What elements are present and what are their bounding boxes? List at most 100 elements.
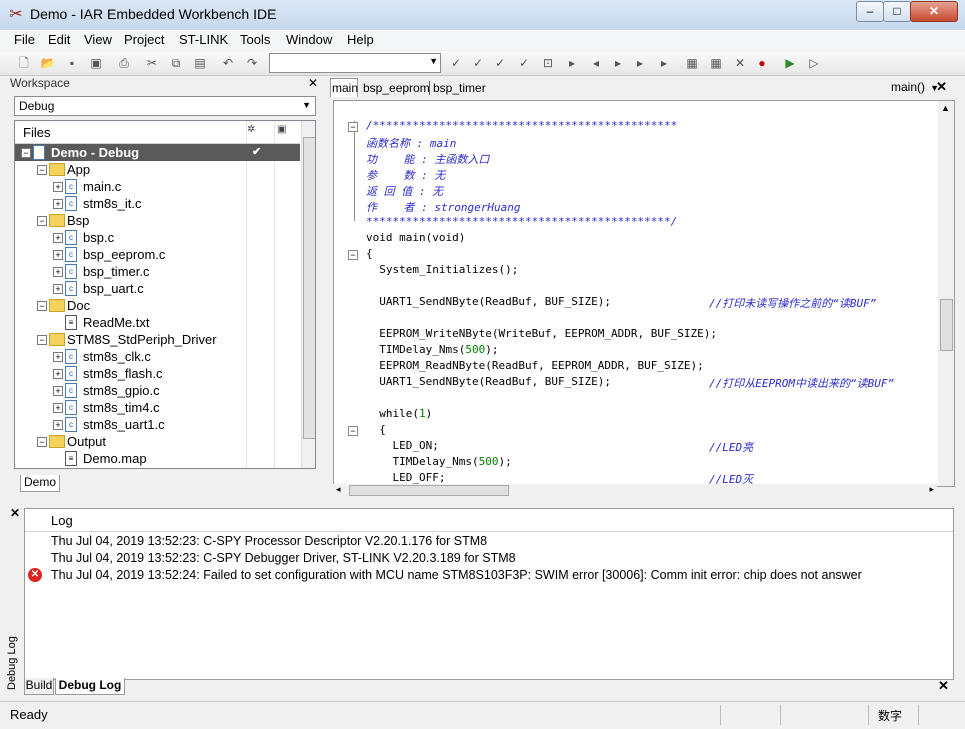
cut-icon[interactable]: ✂: [144, 55, 160, 71]
scroll-up-icon[interactable]: ▲: [941, 103, 950, 113]
stop-build-icon[interactable]: ✕: [732, 55, 748, 71]
options-column-icon[interactable]: ✲: [247, 124, 255, 135]
workspace-tab-demo[interactable]: Demo: [20, 475, 60, 492]
collapse-icon[interactable]: −: [37, 216, 47, 226]
close-icon[interactable]: ✕: [936, 79, 947, 95]
minimize-button[interactable]: –: [856, 1, 884, 22]
tree-item[interactable]: + c main.c: [15, 178, 300, 195]
tree-item[interactable]: + c bsp_eeprom.c: [15, 246, 300, 263]
find-in-files-icon[interactable]: ✓: [516, 55, 532, 71]
tree-item[interactable]: − Output: [15, 433, 300, 450]
tree-item[interactable]: + c stm8s_it.c: [15, 195, 300, 212]
tree-item[interactable]: ≡ Demo.map: [15, 450, 300, 467]
save-icon[interactable]: ▪: [64, 55, 80, 71]
tab-bsp-eeprom[interactable]: bsp_eeprom: [363, 81, 430, 95]
menu-project[interactable]: Project: [124, 32, 164, 47]
print-icon[interactable]: ⎙: [116, 55, 132, 71]
editor-horizontal-scrollbar[interactable]: ◂ ▸: [333, 484, 937, 496]
previous-bookmark-icon[interactable]: ▸: [656, 55, 672, 71]
paste-icon[interactable]: ▤: [192, 55, 208, 71]
collapse-icon[interactable]: −: [37, 301, 47, 311]
tab-debug-log[interactable]: Debug Log: [55, 678, 125, 695]
debug-without-download-icon[interactable]: ▷: [806, 55, 822, 71]
scroll-right-icon[interactable]: ▸: [929, 484, 934, 495]
tree-item[interactable]: + c stm8s_tim4.c: [15, 399, 300, 416]
collapse-icon[interactable]: −: [37, 165, 47, 175]
tree-item[interactable]: + c bsp_uart.c: [15, 280, 300, 297]
tree-item[interactable]: + c bsp.c: [15, 229, 300, 246]
tree-scroll-thumb[interactable]: [303, 137, 315, 439]
download-and-debug-icon[interactable]: ▶: [782, 55, 798, 71]
expand-icon[interactable]: +: [53, 250, 63, 260]
tab-bsp-timer[interactable]: bsp_timer: [429, 81, 486, 95]
find-next-icon[interactable]: ✓: [470, 55, 486, 71]
menu-file[interactable]: File: [14, 32, 35, 47]
menu-help[interactable]: Help: [347, 32, 374, 47]
collapse-icon[interactable]: −: [21, 148, 31, 158]
fold-toggle-icon[interactable]: −: [348, 122, 358, 132]
redo-icon[interactable]: ↷: [244, 55, 260, 71]
expand-icon[interactable]: +: [53, 199, 63, 209]
tree-item[interactable]: − STM8S_StdPeriph_Driver: [15, 331, 300, 348]
expand-icon[interactable]: +: [53, 352, 63, 362]
tab-build[interactable]: Build: [24, 678, 54, 695]
expand-icon[interactable]: +: [53, 420, 63, 430]
collapse-icon[interactable]: −: [37, 437, 47, 447]
code-editor[interactable]: −/**************************************…: [333, 100, 955, 487]
tree-item[interactable]: − App: [15, 161, 300, 178]
expand-icon[interactable]: +: [53, 182, 63, 192]
next-bookmark-icon[interactable]: ▸: [632, 55, 648, 71]
editor-hscroll-thumb[interactable]: [349, 485, 509, 496]
navigate-back-icon[interactable]: ◂: [588, 55, 604, 71]
tree-item[interactable]: + c stm8s_gpio.c: [15, 382, 300, 399]
toggle-bookmark-icon[interactable]: ✓: [448, 55, 464, 71]
new-file-icon[interactable]: 🗋: [16, 55, 32, 71]
tree-item[interactable]: − Doc: [15, 297, 300, 314]
expand-icon[interactable]: +: [53, 267, 63, 277]
tree-item[interactable]: + c stm8s_clk.c: [15, 348, 300, 365]
menu-st-link[interactable]: ST-LINK: [179, 32, 228, 47]
expand-icon[interactable]: +: [53, 403, 63, 413]
expand-icon[interactable]: +: [53, 386, 63, 396]
toggle-breakpoint-icon[interactable]: ●: [754, 55, 770, 71]
find-combo[interactable]: ▼: [269, 53, 441, 73]
menu-view[interactable]: View: [84, 32, 112, 47]
expand-icon[interactable]: +: [53, 369, 63, 379]
scroll-left-icon[interactable]: ◂: [336, 484, 341, 495]
menu-window[interactable]: Window: [286, 32, 332, 47]
menu-tools[interactable]: Tools: [240, 32, 270, 47]
close-icon[interactable]: ✕: [308, 76, 320, 90]
expand-icon[interactable]: +: [53, 233, 63, 243]
navigate-forward-icon[interactable]: ▸: [610, 55, 626, 71]
save-all-icon[interactable]: ▣: [88, 55, 104, 71]
undo-icon[interactable]: ↶: [220, 55, 236, 71]
bookmark-icon[interactable]: ▸: [564, 55, 580, 71]
tree-item[interactable]: + c bsp_timer.c: [15, 263, 300, 280]
close-icon[interactable]: ✕: [938, 678, 949, 694]
editor-scroll-thumb[interactable]: [940, 299, 953, 351]
files-column-header[interactable]: Files: [23, 125, 50, 140]
tree-scrollbar[interactable]: [301, 121, 315, 468]
tree-item[interactable]: − Bsp: [15, 212, 300, 229]
tree-item[interactable]: + c stm8s_flash.c: [15, 365, 300, 382]
copy-icon[interactable]: ⧉: [168, 55, 184, 71]
editor-vertical-scrollbar[interactable]: ▲: [938, 101, 954, 486]
target-column-icon[interactable]: ▣: [277, 124, 286, 135]
function-selector[interactable]: main(): [891, 80, 925, 94]
fold-toggle-icon[interactable]: −: [348, 250, 358, 260]
tab-main-label[interactable]: main: [332, 81, 358, 95]
menu-edit[interactable]: Edit: [48, 32, 70, 47]
make-icon[interactable]: ▦: [708, 55, 724, 71]
expand-icon[interactable]: +: [53, 284, 63, 294]
compile-icon[interactable]: ▦: [684, 55, 700, 71]
open-file-icon[interactable]: 📂: [40, 55, 56, 71]
close-icon[interactable]: ✕: [10, 506, 20, 520]
collapse-icon[interactable]: −: [37, 335, 47, 345]
tree-item[interactable]: + c stm8s_uart1.c: [15, 416, 300, 433]
configuration-select[interactable]: Debug ▼: [14, 96, 316, 116]
find-previous-icon[interactable]: ✓: [492, 55, 508, 71]
tree-item[interactable]: ≡ ReadMe.txt: [15, 314, 300, 331]
tree-item[interactable]: − Demo - Debug ✔: [15, 144, 300, 161]
goto-icon[interactable]: ⊡: [540, 55, 556, 71]
fold-toggle-icon[interactable]: −: [348, 426, 358, 436]
